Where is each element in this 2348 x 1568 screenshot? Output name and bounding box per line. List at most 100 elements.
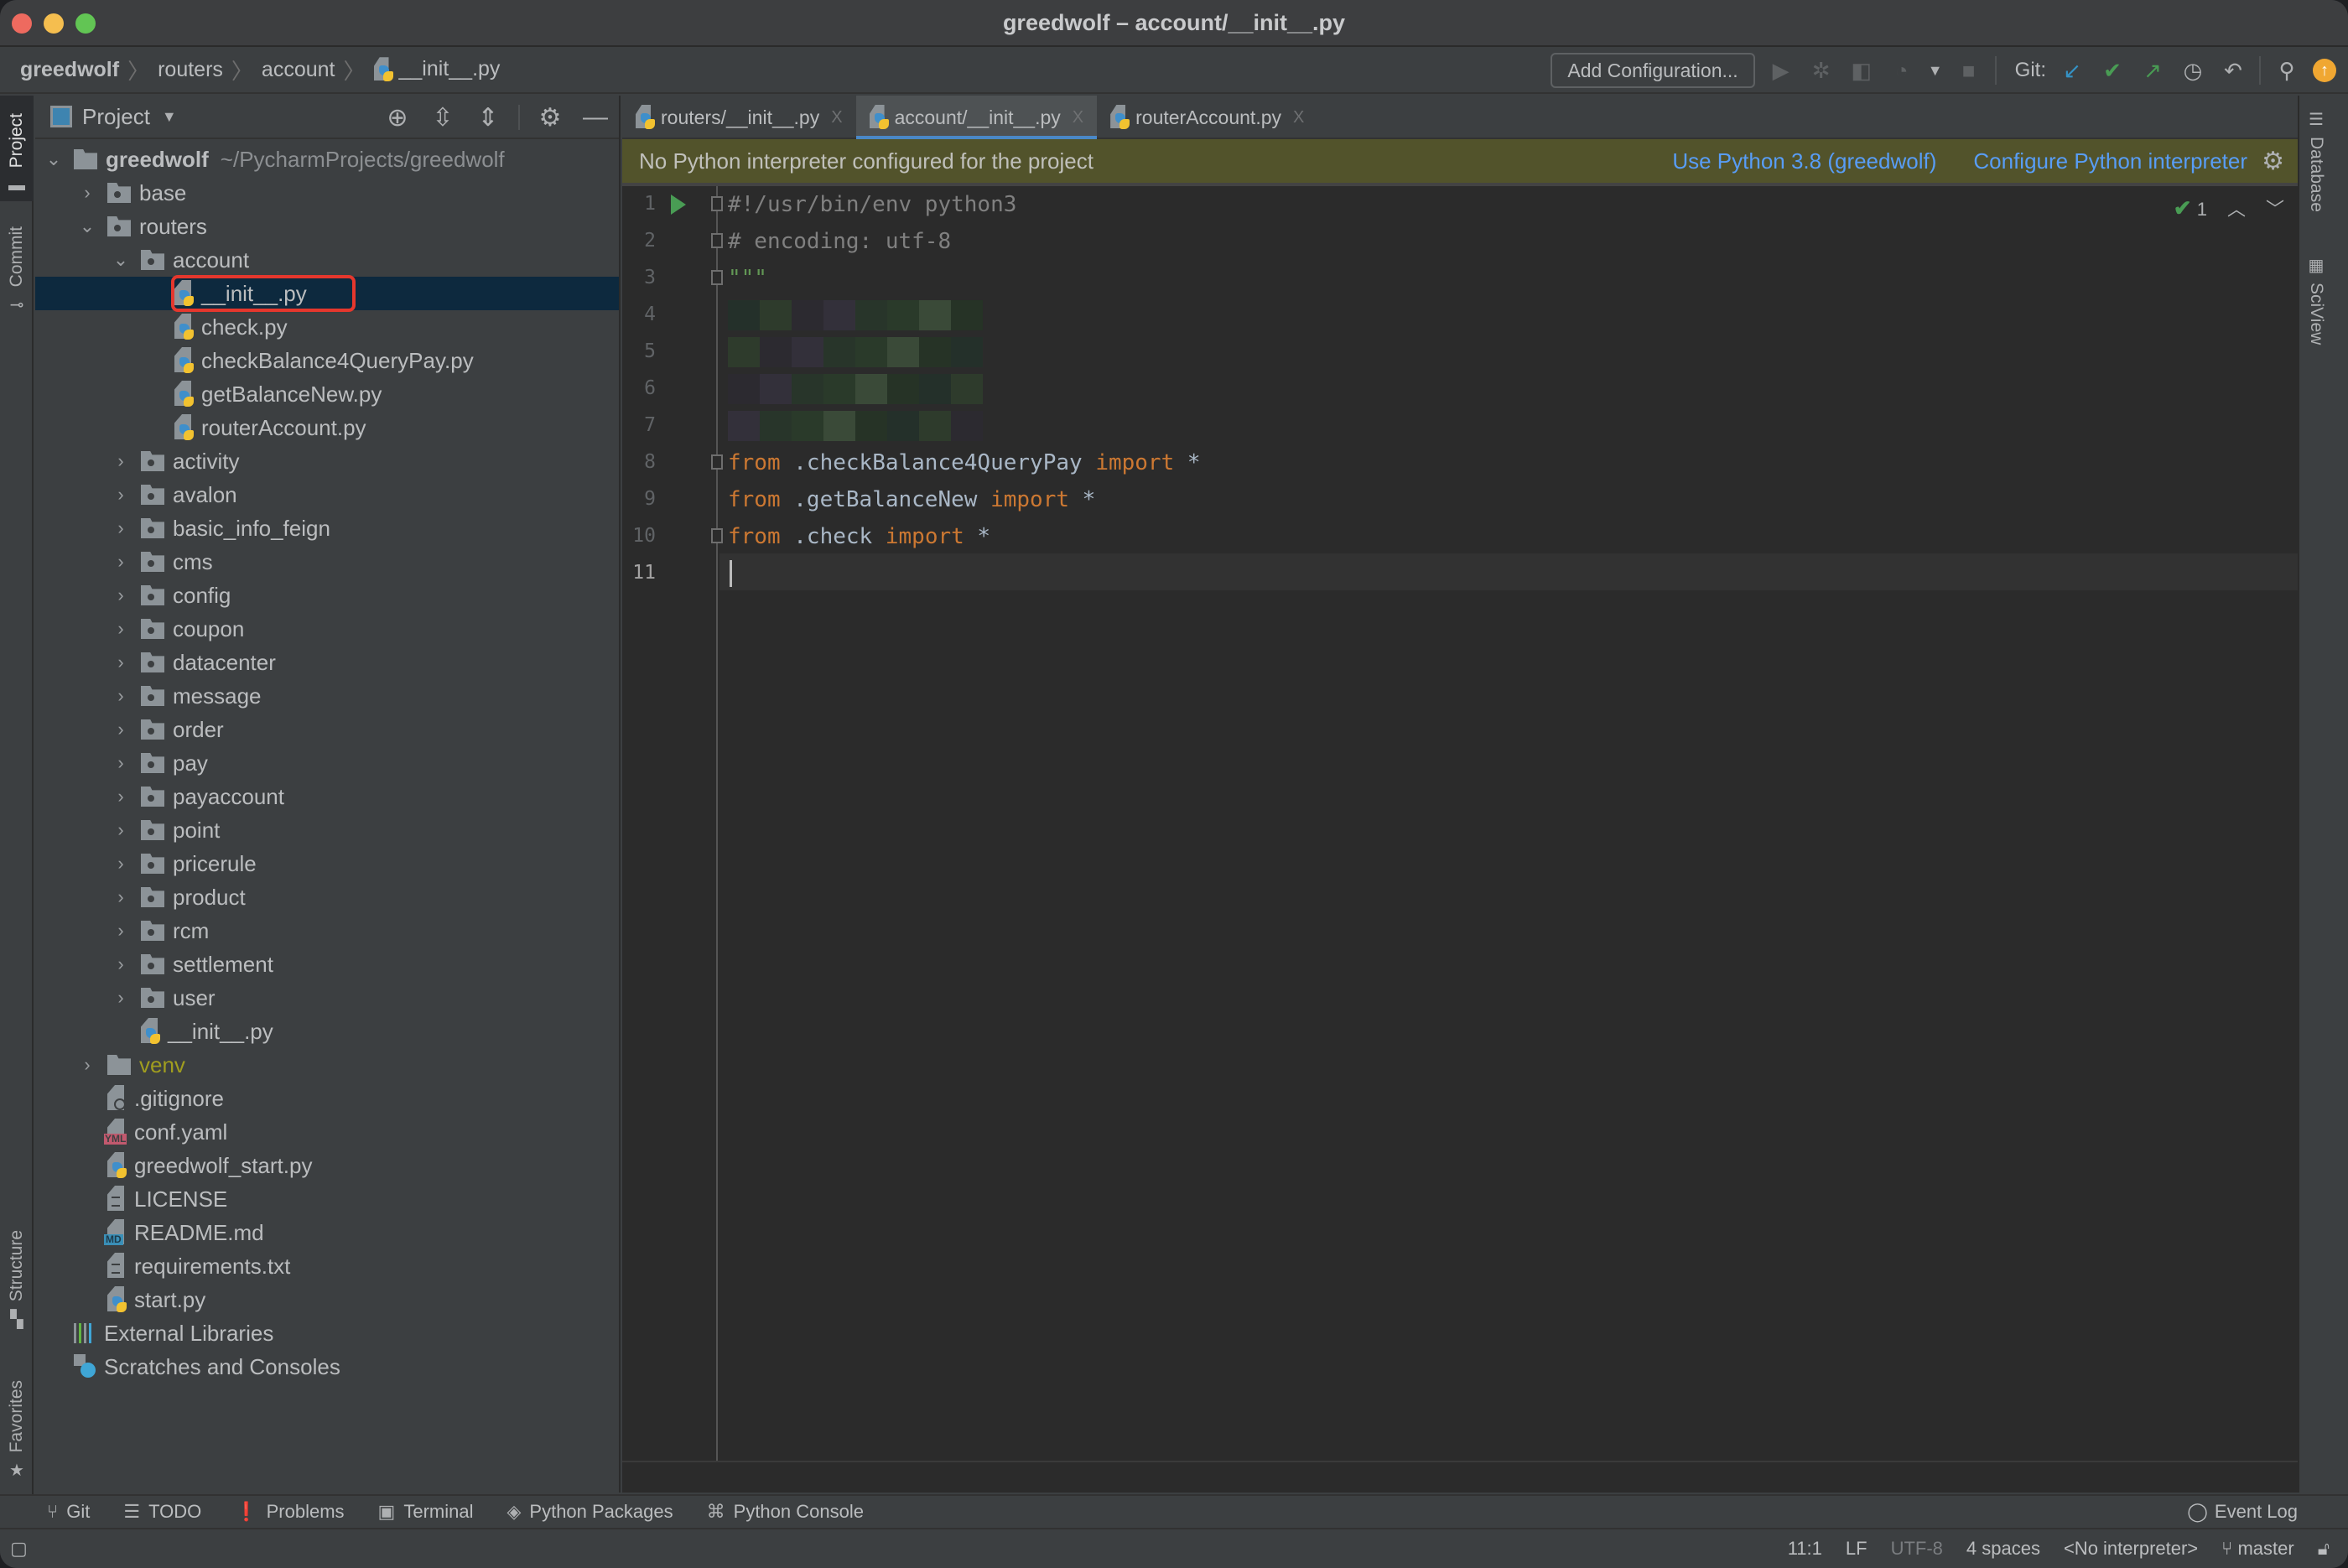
breadcrumb-item[interactable]: greedwolf [20,58,127,82]
tree-root[interactable]: ⌄ greedwolf ~/PycharmProjects/greedwolf [35,143,619,176]
editor-tab[interactable]: account/__init__.py X [855,96,1098,141]
breadcrumb-item[interactable]: routers [149,58,231,82]
inspection-status[interactable]: ✔ 1 [2174,195,2207,221]
tree-item[interactable]: › pay [35,746,619,780]
chevron-right-icon[interactable]: › [111,584,131,606]
bottom-tool-problems[interactable]: ❗ Problems [235,1501,344,1523]
tree-item[interactable]: › product [35,880,619,914]
breadcrumb-item[interactable]: account [253,58,344,82]
collapse-all-icon[interactable]: ⇕ [473,102,503,132]
chevron-right-icon[interactable]: › [111,886,131,908]
breadcrumb-item-file[interactable]: __init__.py [366,57,509,82]
indent-setting[interactable]: 4 spaces [1966,1538,2040,1560]
previous-highlight-icon[interactable]: ︿ [2227,195,2246,221]
chevron-down-icon[interactable]: ⌄ [77,215,97,237]
use-python-link[interactable]: Use Python 3.8 (greedwolf) [1672,148,1936,174]
chevron-right-icon[interactable]: › [111,652,131,673]
chevron-right-icon[interactable]: › [111,719,131,740]
tree-item[interactable]: check.py [35,310,619,344]
update-available-icon[interactable]: ↑ [2313,59,2336,82]
chevron-right-icon[interactable]: › [111,752,131,774]
tool-tab-commit[interactable]: Commit ⊸ [0,213,34,314]
file-encoding[interactable]: UTF-8 [1891,1538,1943,1560]
project-view-selector[interactable]: Project [82,104,150,130]
code-editor[interactable]: 1 2 3 4 5 6 7 8 9 10 11 #!/usr/bin/env python3 # en… [622,186,2298,1461]
fold-marker-icon[interactable] [711,196,723,211]
tree-item[interactable]: requirements.txt [35,1249,619,1283]
code-line[interactable]: from .checkBalance4QueryPay import * [728,444,1201,481]
tool-tab-structure[interactable]: Structure ▚ [0,1211,34,1329]
configure-interpreter-link[interactable]: Configure Python interpreter [1973,148,2247,174]
profile-icon[interactable]: ◔ [1888,55,1916,86]
stop-icon[interactable]: ■ [1955,55,1983,86]
tool-tab-project[interactable]: Project ▬ [0,96,34,201]
tree-item[interactable]: checkBalance4QueryPay.py [35,344,619,377]
tree-item[interactable]: routerAccount.py [35,411,619,444]
git-push-icon[interactable]: ↗ [2138,55,2167,86]
chevron-right-icon[interactable]: › [111,920,131,942]
debug-icon[interactable]: ✲ [1807,55,1836,86]
code-line[interactable]: from .check import * [728,518,990,555]
tree-item[interactable]: › message [35,679,619,713]
maximize-window-button[interactable] [75,13,96,34]
code-line[interactable]: #!/usr/bin/env python3 [728,186,1016,223]
chevron-right-icon[interactable]: › [111,853,131,875]
search-icon[interactable]: ⚲ [2273,55,2301,86]
editor-tab[interactable]: routers/__init__.py X [622,96,856,139]
fold-marker-icon[interactable] [711,233,723,248]
code-area[interactable]: #!/usr/bin/env python3 # encoding: utf-8 "… [728,186,1201,587]
caret-position[interactable]: 11:1 [1788,1538,1822,1560]
tree-item[interactable]: getBalanceNew.py [35,377,619,411]
bottom-tool-todo[interactable]: ☰ TODO [123,1501,201,1523]
tool-tab-sciview[interactable]: ▦ SciView [2306,255,2326,345]
tree-item[interactable]: › rcm [35,914,619,948]
fold-marker-icon[interactable] [711,528,723,543]
code-line[interactable]: """ [728,260,767,297]
close-tab-icon[interactable]: X [831,108,842,127]
tree-item[interactable]: › point [35,813,619,847]
tree-item[interactable]: › order [35,713,619,746]
code-line[interactable]: from .getBalanceNew import * [728,481,1095,518]
chevron-down-icon[interactable]: ⌄ [111,249,131,271]
close-window-button[interactable] [12,13,32,34]
tree-item[interactable]: › cms [35,545,619,579]
next-highlight-icon[interactable]: ﹀ [2266,195,2284,221]
tool-tab-favorites[interactable]: Favorites ★ [0,1353,34,1480]
tree-item[interactable]: › coupon [35,612,619,646]
tree-item[interactable]: › pricerule [35,847,619,880]
fold-marker-icon[interactable] [711,270,723,285]
tree-item[interactable]: External Libraries [35,1316,619,1350]
bottom-tool-terminal[interactable]: ▣ Terminal [378,1501,474,1523]
git-commit-icon[interactable]: ✔ [2098,55,2127,86]
tree-item[interactable]: __init__.py [35,1015,619,1048]
chevron-down-icon[interactable]: ▼ [162,108,177,126]
tree-item[interactable]: › base [35,176,619,210]
tree-item[interactable]: › settlement [35,948,619,981]
chevron-right-icon[interactable]: › [111,517,131,539]
git-branch-widget[interactable]: ⑂ master [2221,1538,2294,1560]
tree-item[interactable]: › avalon [35,478,619,511]
tree-item[interactable]: › activity [35,444,619,478]
chevron-right-icon[interactable]: › [111,484,131,506]
bottom-tool-python-console[interactable]: ⌘ Python Console [707,1501,864,1523]
line-separator[interactable]: LF [1846,1538,1867,1560]
editor-horizontal-scrollbar[interactable] [622,1461,2298,1493]
close-tab-icon[interactable]: X [1293,108,1304,127]
tree-item[interactable]: .gitignore [35,1082,619,1115]
tree-item[interactable]: __init__.py [35,275,619,312]
editor-tab[interactable]: routerAccount.py X [1097,96,1317,139]
chevron-right-icon[interactable]: › [111,551,131,573]
coverage-icon[interactable]: ◧ [1847,55,1876,86]
history-icon[interactable]: ◷ [2179,55,2207,86]
tree-item[interactable]: LICENSE [35,1182,619,1216]
gear-icon[interactable]: ⚙ [535,102,565,132]
toggle-tool-windows-icon[interactable]: ▢ [10,1538,28,1560]
chevron-right-icon[interactable]: › [111,685,131,707]
bottom-tool-python-packages[interactable]: ◈ Python Packages [506,1501,673,1523]
run-gutter-icon[interactable] [671,195,686,215]
code-line[interactable]: # encoding: utf-8 [728,223,951,260]
lock-icon[interactable]: 🔓︎ [2318,1538,2330,1560]
tree-item[interactable]: Scratches and Consoles [35,1350,619,1384]
bottom-tool-git[interactable]: ⑂ Git [47,1501,90,1523]
minimize-window-button[interactable] [44,13,64,34]
